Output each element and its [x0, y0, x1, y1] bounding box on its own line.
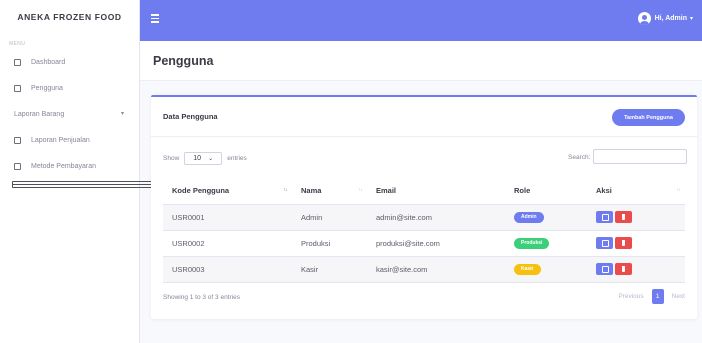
sort-icon: ↑↓: [358, 187, 363, 193]
users-table: Kode Pengguna ↑↓ Nama ↑↓ Email Role Aksi…: [163, 177, 685, 283]
sidebar-item-pengguna[interactable]: Pengguna: [0, 75, 139, 101]
cell-nama: Produksi: [292, 230, 367, 257]
sidebar-item-label: Laporan Barang: [14, 110, 65, 118]
column-header-role[interactable]: Role: [505, 177, 587, 205]
data-card: Data Pengguna Tambah Pengguna Show 10 ⌄ …: [151, 95, 697, 319]
cell-role: Produksi: [505, 230, 587, 257]
hamburger-menu-icon[interactable]: [151, 14, 159, 23]
delete-button[interactable]: [615, 211, 632, 223]
cell-email: produksi@site.com: [367, 230, 505, 257]
cell-nama: Admin: [292, 204, 367, 231]
cell-aksi: [587, 230, 685, 257]
sidebar-item-label: Pengguna: [31, 84, 63, 92]
show-label: Show: [163, 155, 180, 162]
avatar-icon: [637, 12, 651, 25]
square-icon: [14, 136, 21, 144]
sort-icon: ↑↓: [676, 187, 681, 193]
length-control: Show 10 ⌄ entries: [163, 152, 247, 165]
user-menu[interactable]: Hi, Admin ▾: [637, 12, 693, 25]
cell-kode: USR0001: [163, 204, 292, 231]
role-badge: Admin: [514, 212, 544, 223]
table-row: USR0002 Produksi produksi@site.com Produ…: [163, 230, 685, 257]
cell-nama: Kasir: [292, 256, 367, 283]
column-header-email[interactable]: Email: [367, 177, 505, 205]
menu-heading: MENU: [9, 41, 26, 47]
entries-label: entries: [227, 155, 247, 162]
table-row: USR0003 Kasir kasir@site.com Kasir: [163, 256, 685, 283]
edit-button[interactable]: [596, 237, 613, 249]
role-badge: Kasir: [514, 264, 541, 275]
delete-button[interactable]: [615, 237, 632, 249]
add-user-button[interactable]: Tambah Pengguna: [612, 109, 685, 126]
cell-kode: USR0002: [163, 230, 292, 257]
cell-kode: USR0003: [163, 256, 292, 283]
sidebar-item-label: Metode Pembayaran: [31, 162, 96, 170]
cell-email: kasir@site.com: [367, 256, 505, 283]
cell-email: admin@site.com: [367, 204, 505, 231]
sidebar-item-laporan-barang[interactable]: Laporan Barang ▾: [0, 101, 534, 188]
sidebar-item-label: Laporan Penjualan: [31, 136, 90, 144]
sidebar-item-dashboard[interactable]: Dashboard: [0, 49, 139, 75]
column-header-kode[interactable]: Kode Pengguna ↑↓: [163, 177, 292, 205]
chevron-down-icon: ⌄: [208, 156, 214, 162]
cell-role: Kasir: [505, 256, 587, 283]
edit-button[interactable]: [596, 263, 613, 275]
sidebar-item-label: Dashboard: [31, 58, 66, 66]
square-icon: [14, 84, 21, 92]
sort-icon: ↑↓: [283, 187, 288, 193]
chevron-down-icon: ▾: [121, 111, 125, 117]
delete-button[interactable]: [615, 263, 632, 275]
role-badge: Produksi: [514, 238, 550, 249]
search-input[interactable]: [593, 149, 687, 164]
square-icon: [14, 162, 21, 170]
card-header: Data Pengguna Tambah Pengguna: [151, 97, 697, 137]
entries-select[interactable]: 10 ⌄: [184, 152, 223, 165]
entries-select-value: 10: [193, 155, 202, 162]
table-info: Showing 1 to 3 of 3 entries: [163, 294, 240, 301]
cell-role: Admin: [505, 204, 587, 231]
square-icon: [14, 58, 21, 66]
page-header: Pengguna: [140, 41, 702, 81]
sidebar-item-metode-pembayaran[interactable]: Metode Pembayaran: [0, 153, 139, 179]
search-label: Search:: [568, 154, 591, 161]
pagination: Previous 1 Next: [618, 289, 685, 304]
cell-aksi: [587, 256, 685, 283]
sidebar-item-laporan-penjualan[interactable]: Laporan Penjualan: [0, 127, 139, 153]
chevron-down-icon: ▾: [689, 16, 693, 22]
topbar: Hi, Admin ▾: [140, 0, 702, 41]
edit-button[interactable]: [596, 211, 613, 223]
page-title: Pengguna: [153, 54, 214, 68]
brand-title[interactable]: ANEKA FROZEN FOOD: [0, 0, 139, 34]
cell-aksi: [587, 204, 685, 231]
table-row: USR0001 Admin admin@site.com Admin: [163, 204, 685, 231]
sidebar: ANEKA FROZEN FOOD MENU Dashboard Penggun…: [0, 0, 534, 343]
user-greeting: Hi, Admin: [654, 15, 687, 22]
next-page-button[interactable]: Next: [672, 293, 685, 300]
column-header-nama[interactable]: Nama ↑↓: [292, 177, 367, 205]
page-1-button[interactable]: 1: [651, 289, 664, 304]
column-header-aksi[interactable]: Aksi ↑↓: [587, 177, 685, 205]
card-title: Data Pengguna: [163, 112, 218, 121]
previous-page-button[interactable]: Previous: [618, 293, 643, 300]
